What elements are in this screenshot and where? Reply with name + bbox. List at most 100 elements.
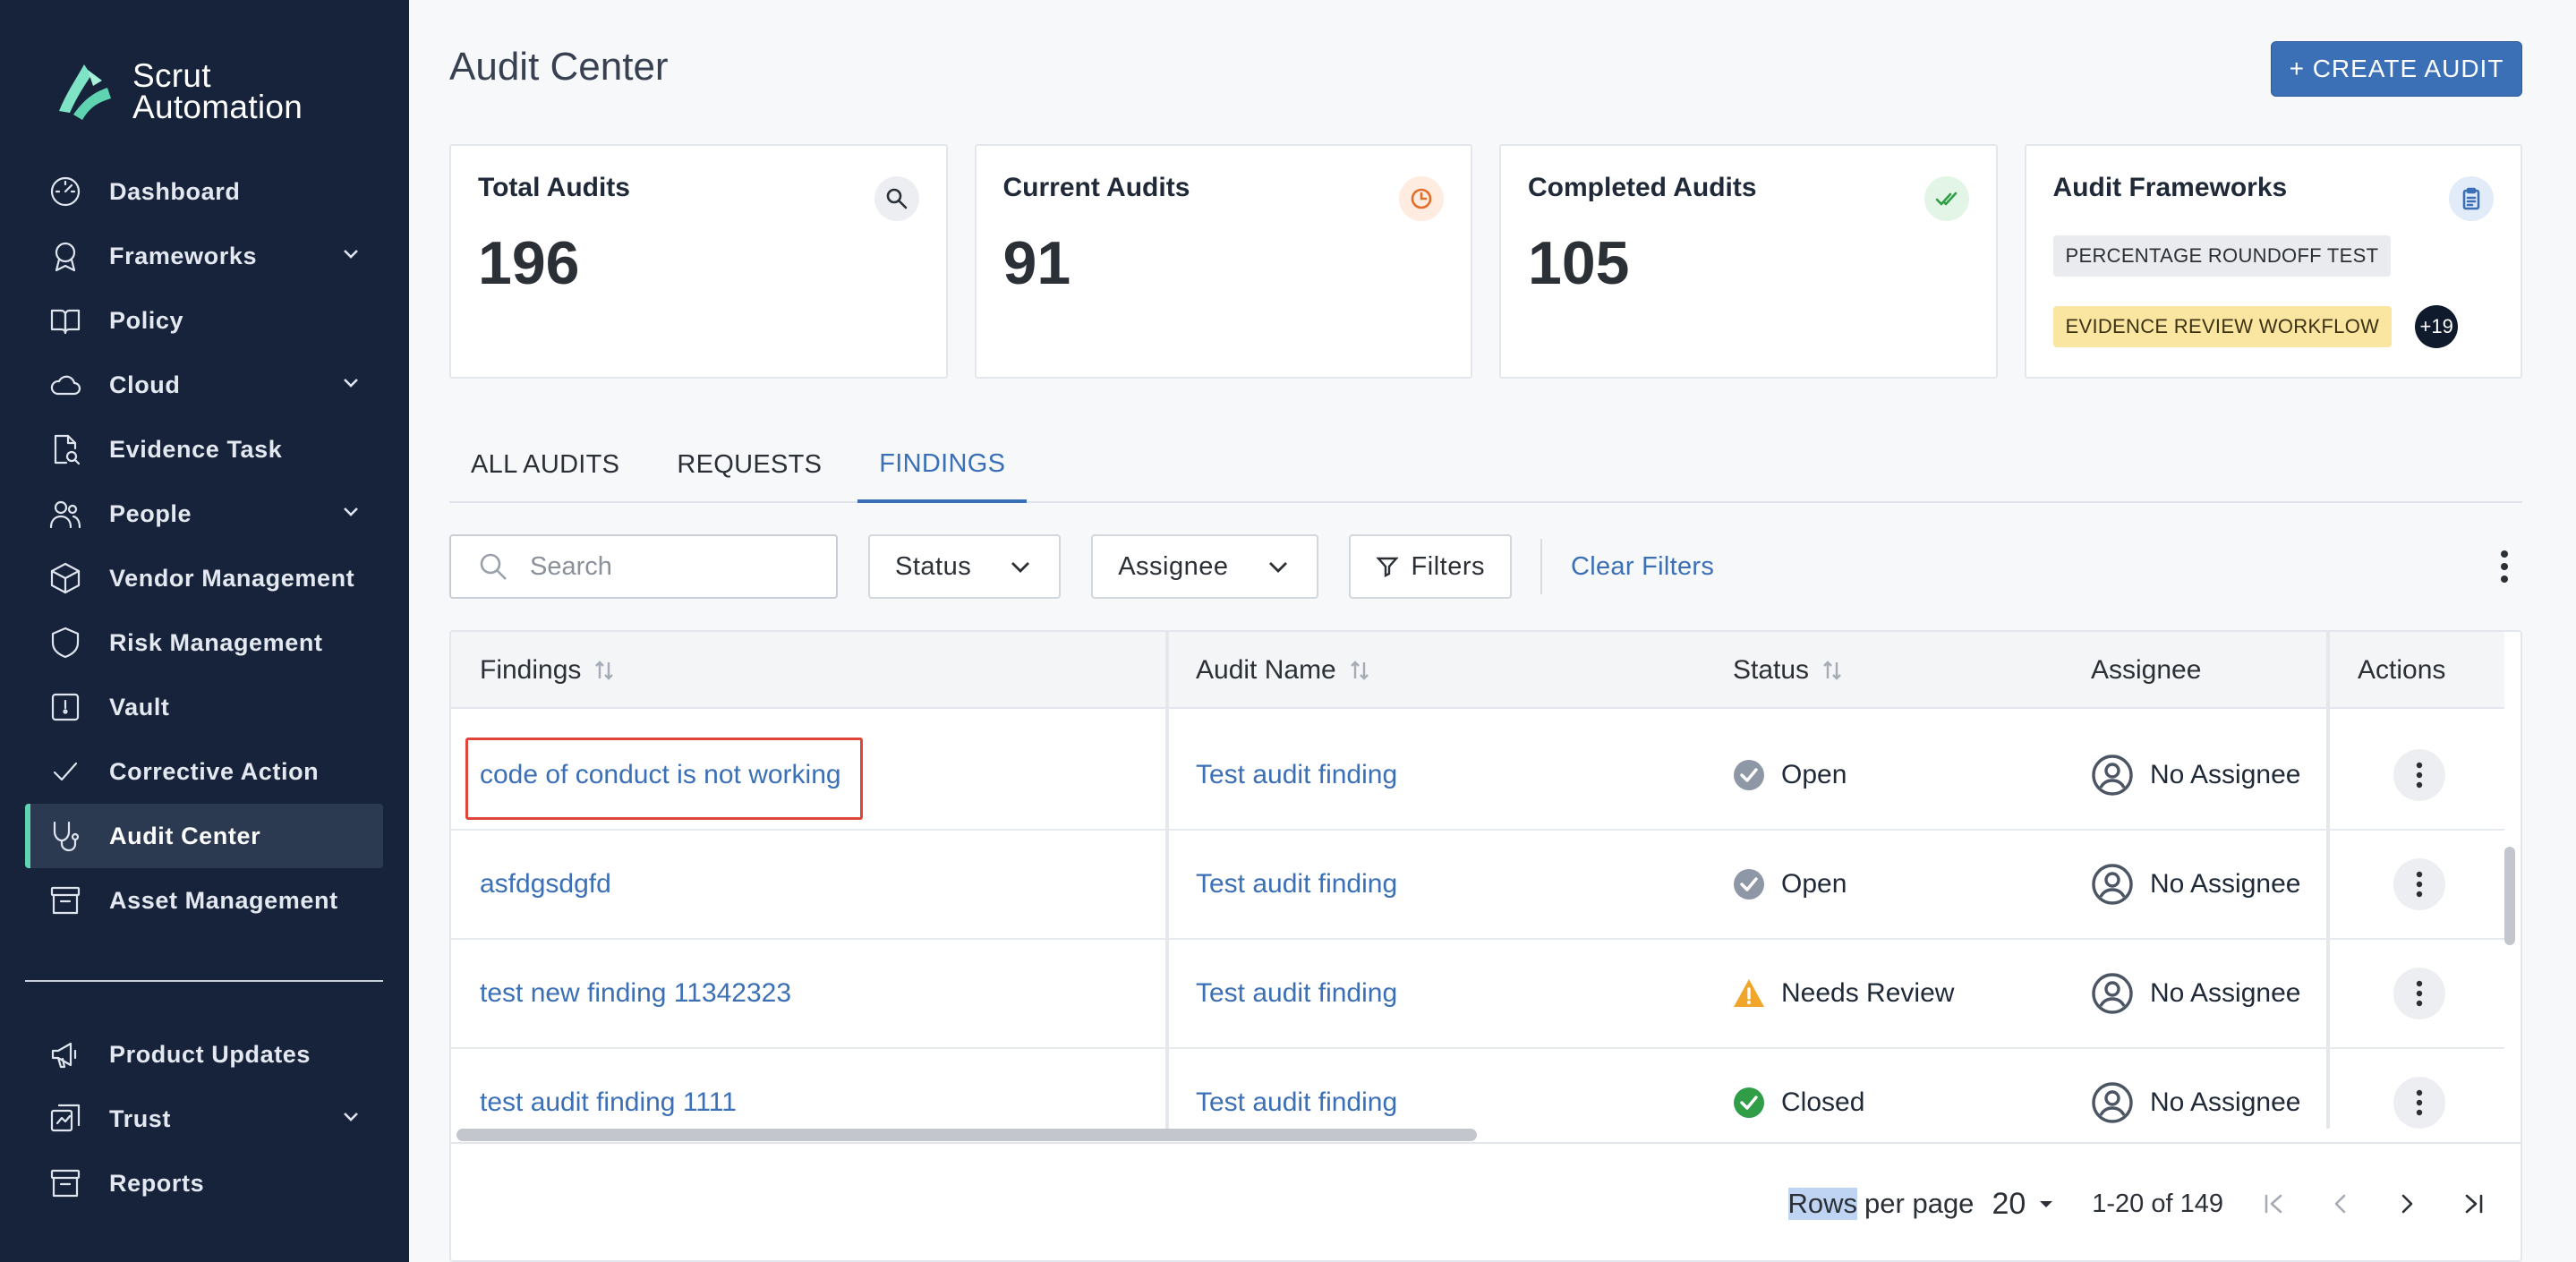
shield-icon bbox=[48, 626, 82, 660]
column-header-label: Findings bbox=[480, 655, 582, 685]
finding-link[interactable]: asfdgsdgfd bbox=[480, 831, 611, 938]
brand-logo[interactable]: Scrut Automation bbox=[48, 57, 303, 125]
dashboard-icon bbox=[48, 175, 82, 209]
sidebar-item-risk-management[interactable]: Risk Management bbox=[25, 610, 383, 675]
sidebar-item-reports[interactable]: Reports bbox=[25, 1151, 383, 1215]
cloud-icon bbox=[48, 368, 82, 402]
tab-all-audits[interactable]: ALL AUDITS bbox=[449, 428, 641, 501]
filter-icon bbox=[1375, 557, 1399, 577]
sidebar-item-audit-center[interactable]: Audit Center bbox=[25, 804, 383, 868]
chevron-down-icon[interactable] bbox=[340, 371, 362, 399]
audit-frameworks-card[interactable]: Audit Frameworks PERCENTAGE ROUNDOFF TES… bbox=[2024, 144, 2522, 379]
assignee-text: No Assignee bbox=[2150, 869, 2301, 899]
sort-icon bbox=[1350, 661, 1369, 680]
current-audits-card[interactable]: Current Audits 91 bbox=[974, 144, 1472, 379]
rows-per-page-select[interactable]: 20 bbox=[1992, 1187, 2056, 1222]
sidebar-item-vendor-management[interactable]: Vendor Management bbox=[25, 546, 383, 610]
sidebar-item-frameworks[interactable]: Frameworks bbox=[25, 224, 383, 288]
more-frameworks-badge[interactable]: +19 bbox=[2415, 305, 2459, 348]
sidebar: Scrut Automation Dashboard Frameworks Po… bbox=[0, 0, 409, 1262]
sidebar-item-product-updates[interactable]: Product Updates bbox=[25, 1022, 383, 1087]
search-box[interactable] bbox=[449, 534, 838, 599]
status-open-icon bbox=[1734, 869, 1764, 900]
sidebar-item-label: Policy bbox=[109, 306, 184, 334]
sidebar-item-vault[interactable]: Vault bbox=[25, 675, 383, 739]
table-row[interactable]: test new finding 11342323 Test audit fin… bbox=[451, 940, 2504, 1049]
main-content: Audit Center + CREATE AUDIT Total Audits… bbox=[409, 0, 2576, 1262]
framework-chip[interactable]: EVIDENCE REVIEW WORKFLOW bbox=[2052, 306, 2393, 347]
user-avatar-icon bbox=[2092, 973, 2133, 1014]
table-row[interactable]: code of conduct is not working Test audi… bbox=[451, 721, 2504, 831]
status-filter-select[interactable]: Status bbox=[868, 534, 1062, 599]
column-header-label: Assignee bbox=[2091, 655, 2202, 685]
sidebar-item-label: Corrective Action bbox=[109, 757, 320, 785]
archive-icon bbox=[48, 883, 82, 917]
sidebar-item-corrective-action[interactable]: Corrective Action bbox=[25, 739, 383, 804]
clock-icon bbox=[1399, 176, 1444, 221]
award-icon bbox=[48, 239, 82, 273]
sidebar-item-trust[interactable]: Trust bbox=[25, 1087, 383, 1151]
sidebar-secondary-nav: Product Updates Trust Reports bbox=[25, 1022, 383, 1215]
status-cell: Open bbox=[1733, 721, 1847, 829]
horizontal-scrollbar[interactable] bbox=[456, 1129, 1477, 1141]
sidebar-item-evidence-task[interactable]: Evidence Task bbox=[25, 417, 383, 482]
framework-chip[interactable]: PERCENTAGE ROUNDOFF TEST bbox=[2052, 235, 2392, 277]
clipboard-icon bbox=[2449, 176, 2494, 221]
clear-filters-link[interactable]: Clear Filters bbox=[1571, 552, 1714, 582]
audit-tabs: ALL AUDITS REQUESTS FINDINGS bbox=[449, 428, 2522, 503]
first-page-icon[interactable] bbox=[2259, 1189, 2290, 1219]
sidebar-item-policy[interactable]: Policy bbox=[25, 288, 383, 353]
column-header-label: Audit Name bbox=[1196, 655, 1336, 685]
chevron-down-icon[interactable] bbox=[340, 243, 362, 270]
more-options-icon[interactable] bbox=[2486, 540, 2522, 593]
card-title: Completed Audits bbox=[1528, 173, 1757, 202]
filters-button[interactable]: Filters bbox=[1348, 534, 1512, 599]
last-page-icon[interactable] bbox=[2458, 1189, 2488, 1219]
column-header-findings[interactable]: Findings bbox=[480, 632, 615, 709]
stethoscope-icon bbox=[48, 819, 82, 853]
trust-icon bbox=[48, 1102, 82, 1136]
row-actions-menu-icon[interactable] bbox=[2393, 858, 2445, 910]
status-cell: Open bbox=[1733, 831, 1847, 938]
create-audit-button[interactable]: + CREATE AUDIT bbox=[2271, 41, 2522, 97]
total-audits-card[interactable]: Total Audits 196 bbox=[449, 144, 948, 379]
row-actions-menu-icon[interactable] bbox=[2393, 968, 2445, 1019]
sidebar-item-label: Frameworks bbox=[109, 242, 258, 269]
column-header-actions: Actions bbox=[2358, 632, 2445, 709]
sidebar-item-people[interactable]: People bbox=[25, 482, 383, 546]
sort-icon bbox=[1823, 661, 1841, 680]
next-page-icon[interactable] bbox=[2392, 1189, 2422, 1219]
box-icon bbox=[48, 561, 82, 595]
search-input[interactable] bbox=[530, 551, 816, 582]
finding-link[interactable]: test new finding 11342323 bbox=[480, 940, 791, 1047]
status-text: Open bbox=[1781, 760, 1847, 789]
row-actions-menu-icon[interactable] bbox=[2393, 1077, 2445, 1129]
assignee-text: No Assignee bbox=[2150, 1087, 2301, 1117]
sidebar-item-asset-management[interactable]: Asset Management bbox=[25, 868, 383, 933]
assignee-text: No Assignee bbox=[2150, 978, 2301, 1008]
assignee-cell: No Assignee bbox=[2091, 721, 2300, 829]
audit-name-link[interactable]: Test audit finding bbox=[1196, 831, 1397, 938]
row-actions-menu-icon[interactable] bbox=[2393, 749, 2445, 801]
chevron-down-icon[interactable] bbox=[340, 1105, 362, 1133]
chevron-down-icon[interactable] bbox=[340, 500, 362, 528]
audit-name-link[interactable]: Test audit finding bbox=[1196, 940, 1397, 1047]
tab-findings[interactable]: FINDINGS bbox=[857, 428, 1028, 503]
completed-audits-card[interactable]: Completed Audits 105 bbox=[1499, 144, 1998, 379]
megaphone-icon bbox=[48, 1037, 82, 1071]
book-icon bbox=[48, 303, 82, 337]
vertical-scrollbar[interactable] bbox=[2504, 847, 2515, 945]
tab-requests[interactable]: REQUESTS bbox=[655, 428, 843, 501]
audit-name-link[interactable]: Test audit finding bbox=[1196, 721, 1397, 829]
status-filter-label: Status bbox=[895, 551, 972, 581]
sidebar-item-dashboard[interactable]: Dashboard bbox=[25, 159, 383, 224]
finding-link[interactable]: code of conduct is not working bbox=[480, 721, 841, 829]
sidebar-item-cloud[interactable]: Cloud bbox=[25, 353, 383, 417]
assignee-filter-select[interactable]: Assignee bbox=[1091, 534, 1318, 599]
sidebar-item-label: Risk Management bbox=[109, 628, 323, 656]
column-header-status[interactable]: Status bbox=[1733, 632, 1843, 709]
table-row[interactable]: asfdgsdgfd Test audit finding Open No As… bbox=[451, 831, 2504, 940]
card-title: Total Audits bbox=[478, 173, 630, 202]
column-header-audit-name[interactable]: Audit Name bbox=[1196, 632, 1370, 709]
previous-page-icon[interactable] bbox=[2325, 1189, 2356, 1219]
